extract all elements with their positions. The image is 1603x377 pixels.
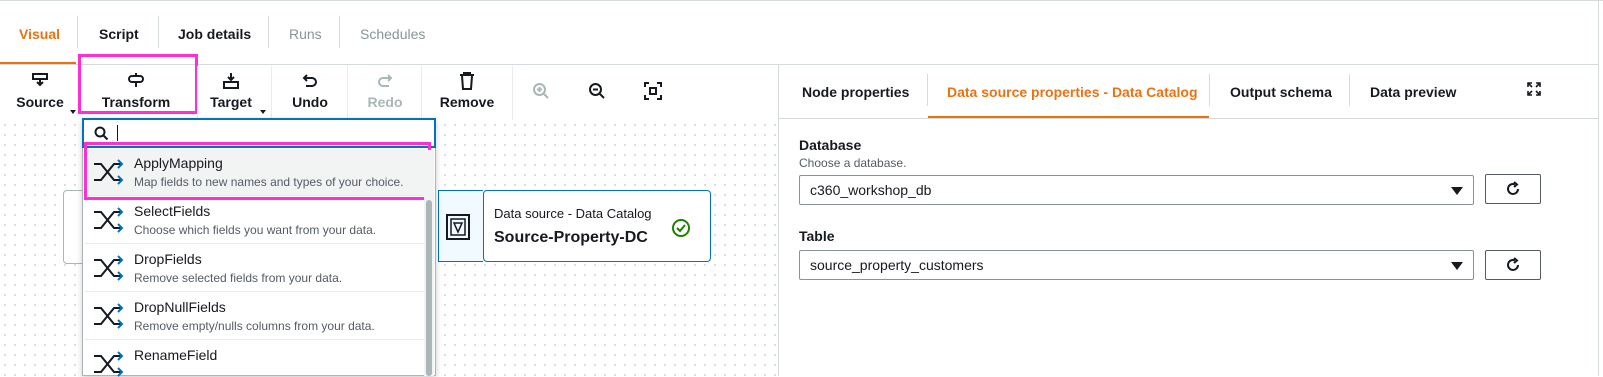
item-desc: Remove empty/nulls columns from your dat… bbox=[134, 319, 375, 333]
zoom-out-icon[interactable] bbox=[588, 82, 606, 100]
refresh-icon bbox=[1507, 257, 1519, 271]
transform-button[interactable]: Transform bbox=[96, 66, 176, 120]
shuffle-icon bbox=[94, 207, 124, 233]
toolbar-divider bbox=[197, 66, 198, 120]
data-catalog-icon bbox=[446, 214, 470, 240]
shuffle-icon bbox=[94, 351, 124, 377]
remove-button[interactable]: Remove bbox=[434, 66, 500, 120]
tab-divider bbox=[77, 16, 78, 48]
redo-button: Redo bbox=[358, 66, 412, 120]
shuffle-icon bbox=[94, 303, 124, 329]
panel-divider bbox=[778, 65, 779, 376]
tab-data-preview[interactable]: Data preview bbox=[1370, 82, 1456, 102]
database-value: c360_workshop_db bbox=[810, 182, 932, 198]
list-item[interactable]: RenameField bbox=[84, 341, 424, 377]
tab-divider bbox=[158, 16, 159, 48]
list-item[interactable]: DropFields Remove selected fields from y… bbox=[84, 245, 424, 292]
applymapping-highlight-box bbox=[84, 142, 431, 200]
tab-runs: Runs bbox=[289, 26, 322, 42]
database-select[interactable]: c360_workshop_db bbox=[799, 175, 1474, 205]
text-cursor bbox=[117, 125, 118, 141]
zoom-in-icon bbox=[533, 83, 549, 99]
node-icon-box[interactable] bbox=[438, 190, 483, 262]
redo-icon bbox=[378, 74, 393, 87]
source-caret-icon[interactable] bbox=[70, 110, 76, 114]
expand-icon[interactable] bbox=[1527, 82, 1541, 96]
tab-divider bbox=[1349, 74, 1350, 106]
table-select[interactable]: source_property_customers bbox=[799, 250, 1474, 280]
tab-output-schema[interactable]: Output schema bbox=[1230, 82, 1332, 102]
table-value: source_property_customers bbox=[810, 257, 984, 273]
list-item[interactable]: DropNullFields Remove empty/nulls column… bbox=[84, 293, 424, 340]
target-label: Target bbox=[210, 94, 252, 110]
item-title: DropNullFields bbox=[134, 299, 226, 315]
table-label: Table bbox=[799, 228, 835, 244]
tab-divider bbox=[927, 74, 928, 106]
shuffle-icon bbox=[94, 255, 124, 281]
tab-divider bbox=[339, 16, 340, 48]
node-name: Source-Property-DC bbox=[494, 229, 648, 246]
target-caret-icon[interactable] bbox=[260, 110, 266, 114]
refresh-icon bbox=[1507, 181, 1519, 195]
tab-divider bbox=[268, 16, 269, 48]
tab-data-source-properties[interactable]: Data source properties - Data Catalog bbox=[947, 82, 1198, 102]
caret-down-icon bbox=[1451, 262, 1463, 270]
fit-view-icon[interactable] bbox=[644, 82, 662, 100]
item-desc: Choose which fields you want from your d… bbox=[134, 223, 377, 237]
target-button[interactable]: Target bbox=[203, 66, 259, 120]
undo-button[interactable]: Undo bbox=[283, 66, 337, 120]
toolbar-divider bbox=[271, 66, 272, 120]
item-title: RenameField bbox=[134, 347, 218, 363]
list-item[interactable]: SelectFields Choose which fields you wan… bbox=[84, 197, 424, 244]
database-description: Choose a database. bbox=[799, 156, 907, 170]
dropdown-scroll-thumb[interactable] bbox=[426, 200, 432, 376]
database-label: Database bbox=[799, 137, 862, 153]
node-type: Data source - Data Catalog bbox=[494, 206, 652, 221]
top-border bbox=[0, 0, 1603, 5]
item-title: SelectFields bbox=[134, 203, 211, 219]
source-icon bbox=[32, 73, 48, 87]
tab-node-properties[interactable]: Node properties bbox=[802, 82, 909, 102]
caret-down-icon bbox=[1451, 187, 1463, 195]
tab-schedules: Schedules bbox=[360, 26, 426, 42]
data-source-node[interactable]: Data source - Data Catalog Source-Proper… bbox=[483, 190, 711, 262]
table-refresh-button[interactable] bbox=[1485, 250, 1541, 280]
transform-icon bbox=[128, 73, 144, 87]
toolbar-divider bbox=[347, 66, 348, 120]
right-border bbox=[1598, 0, 1599, 376]
tab-job-details[interactable]: Job details bbox=[178, 24, 251, 44]
tabs-divider bbox=[0, 64, 1598, 65]
database-refresh-button[interactable] bbox=[1485, 174, 1541, 204]
search-icon bbox=[94, 126, 109, 141]
panel-tabs-divider bbox=[779, 118, 1598, 119]
toolbar-divider bbox=[421, 66, 422, 120]
item-title: DropFields bbox=[134, 251, 202, 267]
item-desc: Remove selected fields from your data. bbox=[134, 271, 343, 285]
tab-visual[interactable]: Visual bbox=[19, 24, 60, 44]
source-label: Source bbox=[16, 94, 64, 110]
undo-label: Undo bbox=[292, 94, 328, 110]
redo-label: Redo bbox=[367, 94, 403, 110]
target-icon bbox=[223, 73, 239, 89]
tab-script[interactable]: Script bbox=[99, 24, 139, 44]
toolbar-divider bbox=[512, 66, 513, 120]
remove-label: Remove bbox=[439, 94, 495, 110]
transform-label: Transform bbox=[101, 94, 171, 110]
undo-icon bbox=[302, 74, 317, 87]
success-check-icon bbox=[672, 219, 690, 237]
source-button[interactable]: Source bbox=[8, 66, 72, 120]
tab-divider bbox=[1209, 74, 1210, 106]
trash-icon bbox=[460, 72, 474, 90]
